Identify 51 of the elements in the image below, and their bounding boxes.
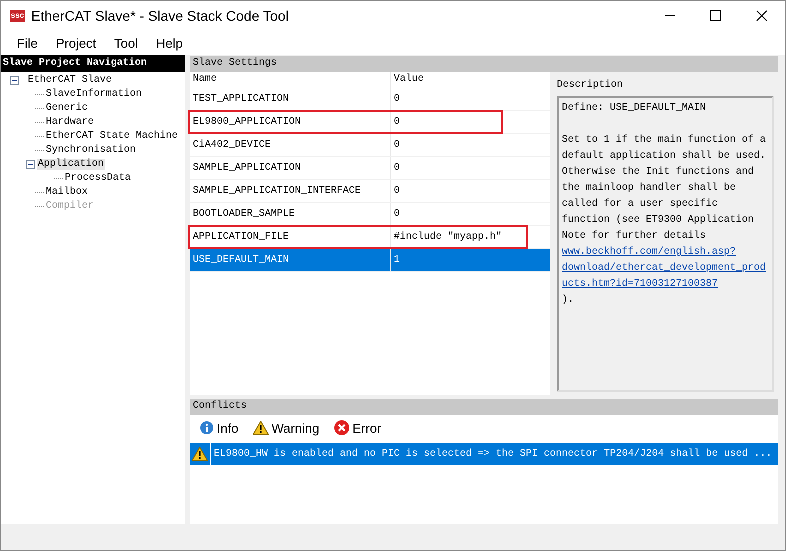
conflict-row[interactable]: EL9800_HW is enabled and no PIC is selected => the SPI connector TP204/J204 shall be used ... — [190, 443, 778, 465]
warning-icon — [252, 421, 269, 435]
description-text: Set to 1 if the main function of a default application shall be used. Otherwise the Init functions and the mainloop handler shall be called for a user specific function (see ET9300 Application Note for further details www.beckhoff.com/english.asp?download/ethercat_development_products.htm?id=71003127100387 ). — [562, 134, 768, 308]
table-cell[interactable]: 0 — [391, 157, 550, 179]
menu-item[interactable]: Project — [46, 36, 106, 50]
menu-item[interactable]: File — [8, 36, 47, 50]
description-title: Define: USE_DEFAULT_MAIN — [562, 102, 708, 116]
table-cell[interactable]: 0 — [391, 203, 550, 225]
table-cell[interactable]: 0 — [391, 180, 550, 202]
table-cell[interactable]: APPLICATION_FILE — [190, 226, 391, 248]
table-cell[interactable]: 0 — [391, 134, 550, 156]
tree-item[interactable]: ProcessData — [64, 172, 132, 184]
error-icon — [334, 420, 350, 436]
table-cell[interactable]: 0 — [391, 88, 550, 110]
table-cell[interactable]: TEST_APPLICATION — [190, 88, 391, 110]
table-cell[interactable]: 1 — [391, 249, 550, 271]
tree-item[interactable]: SlaveInformation — [45, 88, 144, 100]
table-cell[interactable]: SAMPLE_APPLICATION — [190, 157, 391, 179]
table-cell[interactable]: EL9800_APPLICATION — [190, 111, 391, 133]
tree-item[interactable]: Application — [37, 158, 106, 170]
collapse-icon[interactable] — [26, 160, 35, 168]
collapse-icon[interactable] — [10, 76, 19, 84]
punctuation: ). — [562, 295, 574, 306]
panel-header: Slave Project Navigation — [1, 55, 185, 72]
tree-item[interactable]: Generic — [45, 102, 90, 114]
table-cell[interactable]: USE_DEFAULT_MAIN — [190, 249, 391, 271]
menu-item[interactable]: Help — [147, 36, 192, 50]
maximize-icon[interactable] — [710, 10, 722, 22]
table-cell[interactable]: SAMPLE_APPLICATION_INTERFACE — [190, 180, 391, 202]
table-cell[interactable]: BOOTLOADER_SAMPLE — [190, 203, 391, 225]
menu-item[interactable]: Tool — [105, 36, 148, 50]
tree-item[interactable]: Mailbox — [45, 186, 90, 198]
filter-button[interactable]: Warning — [250, 420, 322, 436]
app-logo: ssc — [10, 10, 26, 22]
warning-icon — [192, 447, 208, 461]
info-icon — [200, 421, 214, 435]
close-icon[interactable] — [756, 10, 768, 22]
tree-item[interactable]: Synchronisation — [45, 144, 138, 156]
filter-button[interactable]: Info — [198, 420, 241, 436]
table-cell[interactable]: 0 — [391, 111, 550, 133]
table-cell[interactable]: CiA402_DEVICE — [190, 134, 391, 156]
section-label: Description — [557, 80, 624, 93]
table-cell[interactable]: #include "myapp.h" — [391, 226, 550, 248]
tree-item[interactable]: Hardware — [45, 116, 96, 128]
filter-button[interactable]: Error — [332, 420, 384, 436]
tree-item[interactable]: EtherCAT Slave — [27, 74, 114, 86]
panel-header: Conflicts — [190, 399, 778, 415]
tree-item[interactable]: EtherCAT State Machine — [45, 130, 180, 142]
link[interactable]: www.beckhoff.com/english.asp?download/ethercat_development_products.htm?id=71003127100387 — [562, 245, 768, 293]
window-title: EtherCAT Slave* - Slave Stack Code Tool — [31, 8, 289, 24]
panel-header: Slave Settings — [190, 56, 778, 72]
